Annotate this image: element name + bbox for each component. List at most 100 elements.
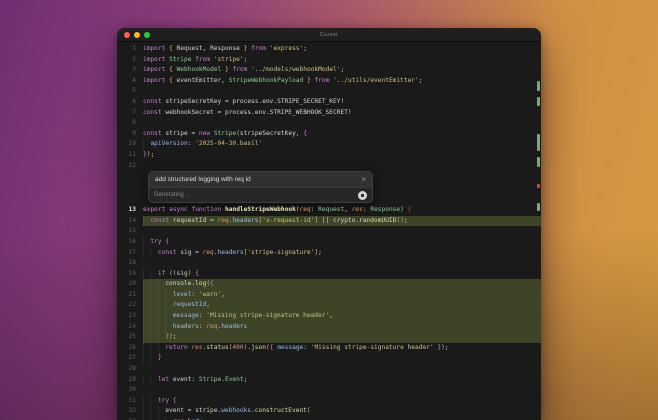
- code-line-12: 12: [117, 161, 541, 172]
- code-line-content: return res.status(400).json({ message: '…: [143, 342, 541, 354]
- indent-guide: [150, 247, 157, 259]
- code-line-25: 25});: [117, 332, 541, 343]
- indent-guide: [143, 342, 150, 354]
- indent-guide: [150, 268, 157, 280]
- line-number: 7: [132, 108, 136, 116]
- indent-guide: [143, 406, 150, 417]
- code-line-5: 5: [117, 86, 541, 97]
- line-number: 30: [128, 386, 136, 394]
- overview-ruler-marker: [537, 184, 540, 188]
- code-line-7: 7 const webhookSecret = process.env.STRIP…: [117, 108, 541, 119]
- indent-guide: [165, 300, 172, 312]
- line-number: 25: [128, 333, 136, 341]
- indent-guide: [143, 289, 150, 301]
- indent-guide: [143, 311, 150, 322]
- line-number: 15: [128, 227, 136, 235]
- code-line-content: try {: [143, 395, 541, 407]
- generating-status: Generating: [154, 192, 184, 199]
- line-number: 3: [132, 66, 136, 74]
- code-line-32: 32 event = stripe.webhooks.constructEvent…: [117, 406, 541, 417]
- code-line-11: 11});: [117, 150, 541, 161]
- code-line-content: message: 'Missing stripe-signature heade…: [143, 311, 541, 322]
- code-line-14: 14 const requestId = req.headers['x-reque…: [117, 215, 541, 227]
- inline-edit-prompt-input[interactable]: add structured logging with req id: [155, 176, 251, 183]
- code-line-content: });: [143, 150, 155, 158]
- code-line-content: export async function handleStripeWebhoo…: [143, 206, 412, 214]
- overview-ruler-marker: [537, 157, 540, 167]
- code-line-30: 30: [117, 385, 541, 396]
- line-number: 1: [132, 45, 136, 52]
- code-line-23: 23 message: 'Missing stripe-signature hea…: [117, 311, 541, 322]
- overview-ruler-marker: [537, 134, 540, 151]
- line-number: 2: [132, 55, 136, 63]
- indent-guide: [150, 289, 157, 301]
- window-title: Cursor: [319, 31, 339, 38]
- code-line-9: 9 const stripe = new Stripe(stripeSecretK…: [117, 129, 541, 140]
- code-block-top: 1 import { Request, Response } from 'expr…: [117, 44, 541, 171]
- indent-guide: [143, 395, 150, 407]
- code-block-bottom: 13 export async function handleStripeWebh…: [117, 205, 541, 420]
- code-editor[interactable]: 1 import { Request, Response } from 'expr…: [117, 42, 541, 420]
- line-number: 4: [132, 76, 136, 84]
- indent-guide: [150, 321, 157, 333]
- code-line-27: 27}: [117, 353, 541, 365]
- code-line-content: const sig = req.headers['stripe-signatur…: [143, 247, 541, 259]
- indent-guide: [143, 247, 150, 259]
- code-line-24: 24 headers: req.headers: [117, 321, 541, 333]
- code-line-content: [143, 226, 541, 237]
- indent-guide: [150, 332, 157, 343]
- code-line-15: 15: [117, 226, 541, 237]
- code-line-28: 28: [117, 364, 541, 375]
- code-line-content: headers: req.headers: [143, 321, 541, 333]
- indent-guide: [150, 311, 157, 322]
- line-number: 27: [128, 354, 136, 362]
- code-line-content: let event: Stripe.Event;: [143, 374, 541, 386]
- editor-window: Cursor 1 import { Request, Response } fro…: [117, 28, 541, 420]
- code-line-content: const stripeSecretKey = process.env.STRI…: [143, 97, 345, 105]
- line-number: 26: [128, 343, 136, 351]
- close-icon[interactable]: ×: [361, 175, 366, 184]
- line-number: 28: [128, 365, 136, 373]
- code-line-content: });: [143, 332, 541, 343]
- code-line-content: [143, 161, 541, 172]
- code-line-16: 16 try {: [117, 236, 541, 248]
- code-line-13: 13 export async function handleStripeWebh…: [117, 205, 541, 216]
- stop-generation-button[interactable]: [358, 190, 367, 200]
- code-line-31: 31 try {: [117, 395, 541, 407]
- code-line-8: 8: [117, 118, 541, 129]
- code-line-26: 26 return res.status(400).json({ message:…: [117, 342, 541, 354]
- code-line-18: 18: [117, 258, 541, 269]
- overview-ruler[interactable]: [535, 42, 541, 420]
- line-number: 29: [128, 375, 136, 383]
- line-number: 32: [128, 407, 136, 415]
- code-line-content: console.log({: [143, 279, 541, 290]
- indent-guide: [150, 395, 157, 407]
- title-bar[interactable]: Cursor: [117, 28, 541, 42]
- code-line-17: 17 const sig = req.headers['stripe-signat…: [117, 247, 541, 259]
- overview-ruler-marker: [537, 203, 540, 211]
- line-number: 8: [132, 119, 136, 127]
- line-number: 18: [128, 259, 136, 267]
- indent-guide: [157, 311, 165, 322]
- line-number: 16: [128, 237, 136, 245]
- code-line-content: apiVersion: '2025-04-30.basil': [143, 139, 541, 150]
- line-number: 19: [128, 269, 136, 277]
- code-line-content: [143, 258, 541, 269]
- indent-guide: [143, 321, 150, 333]
- code-line-content: event = stripe.webhooks.constructEvent(: [143, 406, 541, 417]
- code-line-content: const stripe = new Stripe(stripeSecretKe…: [143, 129, 307, 137]
- code-line-content: requestId,: [143, 300, 541, 312]
- code-line-content: const webhookSecret = process.env.STRIPE…: [143, 108, 352, 116]
- line-number: 17: [128, 248, 136, 256]
- line-number: 20: [128, 280, 136, 288]
- indent-guide: [143, 300, 150, 312]
- code-line-content: try {: [143, 236, 541, 248]
- indent-guide: [143, 268, 150, 280]
- code-line-10: 10 apiVersion: '2025-04-30.basil': [117, 139, 541, 150]
- line-number: 10: [128, 140, 136, 148]
- line-number: 9: [132, 129, 136, 137]
- code-line-29: 29 let event: Stripe.Event;: [117, 374, 541, 386]
- code-line-content: [143, 86, 541, 97]
- code-line-3: 3 import { WebhookModel } from '../models…: [117, 65, 541, 76]
- inline-edit-popup: add structured logging with req id × Gen…: [148, 171, 373, 204]
